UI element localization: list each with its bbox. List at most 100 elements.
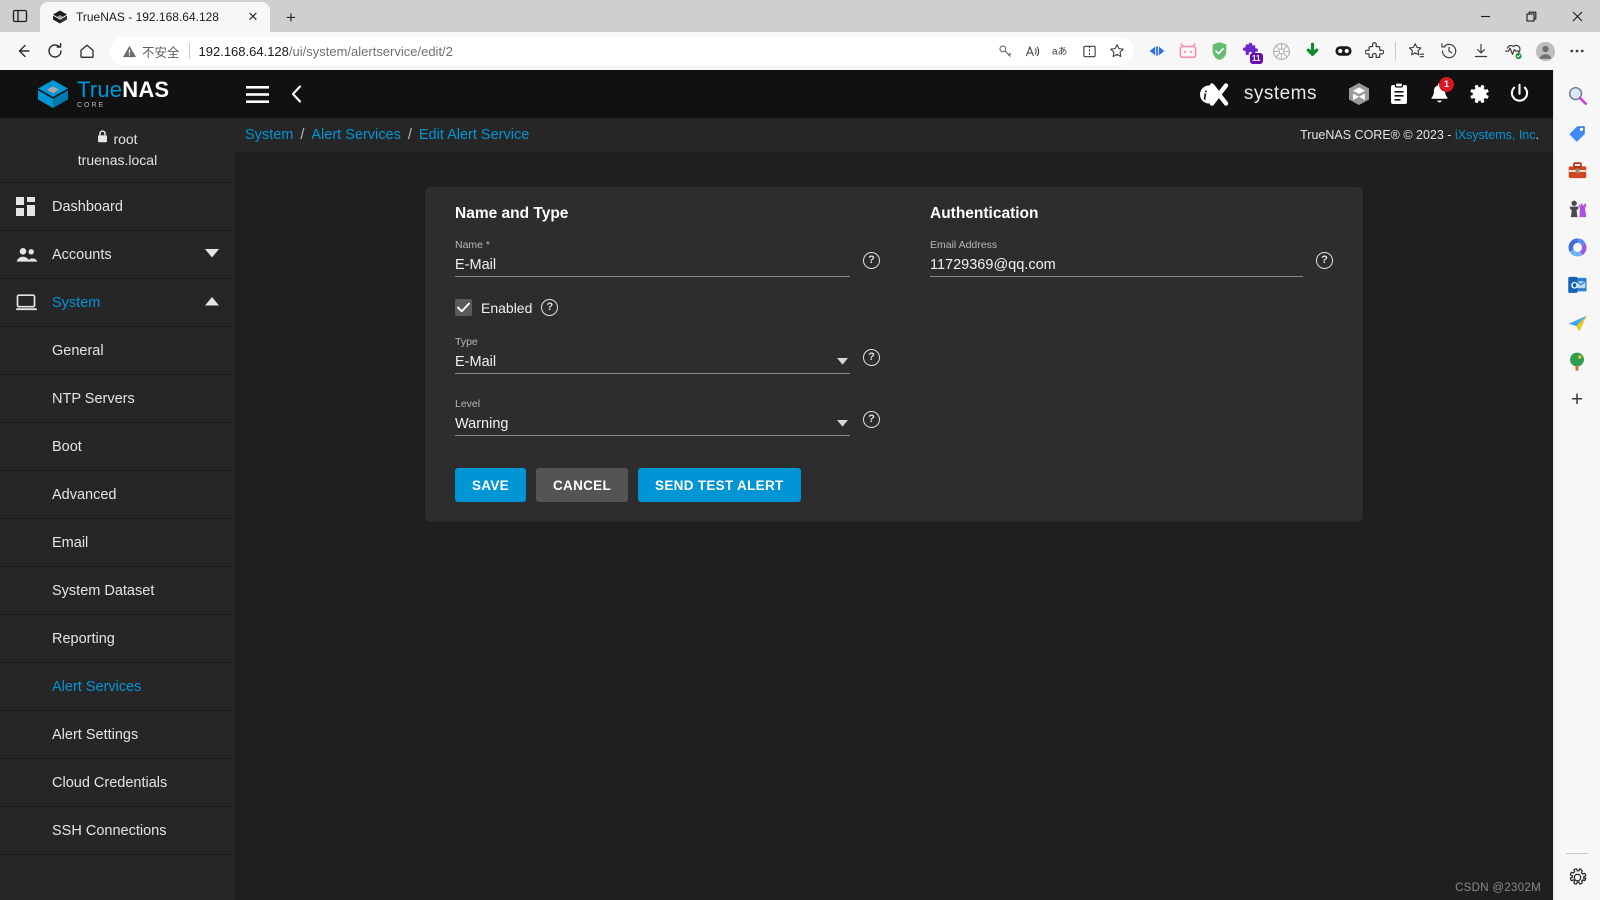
clipboard-tasks-icon[interactable]	[1379, 70, 1419, 118]
name-field[interactable]: Name * E-Mail ?	[455, 239, 880, 277]
cube-layers-icon[interactable]	[1339, 70, 1379, 118]
level-field[interactable]: Level Warning ?	[455, 398, 880, 436]
outlook-icon[interactable]: O	[1560, 268, 1594, 302]
wheel-gray-icon[interactable]	[1266, 36, 1296, 66]
breadcrumb-alert-services[interactable]: Alert Services	[311, 127, 400, 143]
chevron-left-icon[interactable]	[279, 70, 313, 118]
sidebar-subitem-cloud-credentials[interactable]: Cloud Credentials	[0, 759, 235, 807]
browser-essentials-icon[interactable]	[1498, 36, 1528, 66]
gear-settings-icon[interactable]	[1560, 860, 1594, 894]
close-window-button[interactable]	[1554, 0, 1600, 32]
sidebar-subitem-email[interactable]: Email	[0, 519, 235, 567]
briefcase-tools-icon[interactable]	[1560, 154, 1594, 188]
split-screen-icon[interactable]	[1076, 39, 1102, 63]
sidebar-subitem-ssh-connections[interactable]: SSH Connections	[0, 807, 235, 855]
enabled-checkbox-row[interactable]: Enabled ?	[455, 299, 880, 316]
reload-icon[interactable]	[40, 36, 70, 66]
ixsystems-logo[interactable]: i systems	[1199, 82, 1317, 107]
tab-close-icon[interactable]: ✕	[244, 8, 262, 26]
send-test-alert-button[interactable]: SEND TEST ALERT	[638, 468, 801, 502]
browser-navbar: 不安全 192.168.64.128/ui/system/alertservic…	[0, 32, 1600, 70]
breadcrumb-system[interactable]: System	[245, 127, 293, 143]
chevron-down-icon[interactable]	[205, 248, 219, 261]
copyright-text: TrueNAS CORE® © 2023 - iXsystems, Inc.	[1300, 128, 1539, 142]
favorite-star-icon[interactable]	[1104, 39, 1130, 63]
email-address-field[interactable]: Email Address 11729369@qq.com ?	[930, 239, 1333, 277]
help-icon[interactable]: ?	[863, 252, 880, 269]
maximize-restore-button[interactable]	[1508, 0, 1554, 32]
puzzle-purple-icon[interactable]: 11	[1235, 36, 1265, 66]
truenas-body: root truenas.local Dashboard Accounts Sy…	[0, 118, 1553, 900]
minimize-button[interactable]	[1462, 0, 1508, 32]
section-title-authentication: Authentication	[930, 205, 1039, 222]
sidebar-subitem-boot[interactable]: Boot	[0, 423, 235, 471]
sidebar-subitem-ntp-servers[interactable]: NTP Servers	[0, 375, 235, 423]
extensions-strip: 11	[1142, 36, 1389, 66]
level-select-value[interactable]: Warning	[455, 416, 837, 432]
url-host: 192.168.64.128	[198, 43, 289, 59]
sidebar-subitem-reporting[interactable]: Reporting	[0, 615, 235, 663]
history-icon[interactable]	[1434, 36, 1464, 66]
truenas-favicon	[52, 9, 68, 25]
help-icon[interactable]: ?	[1316, 252, 1333, 269]
add-sidebar-button[interactable]: +	[1560, 382, 1594, 416]
gear-settings-icon[interactable]	[1459, 70, 1499, 118]
tv-pink-icon[interactable]	[1173, 36, 1203, 66]
downloads-icon[interactable]	[1466, 36, 1496, 66]
ixsystems-link[interactable]: iXsystems, Inc	[1455, 128, 1536, 142]
help-icon[interactable]: ?	[863, 349, 880, 366]
read-aloud-icon[interactable]	[1020, 39, 1046, 63]
new-tab-button[interactable]: +	[276, 4, 306, 32]
not-secure-warning[interactable]: 不安全	[122, 42, 180, 61]
profile-avatar-icon[interactable]	[1530, 36, 1560, 66]
name-input[interactable]: E-Mail	[455, 257, 850, 273]
sidebar-subitem-alert-services[interactable]: Alert Services	[0, 663, 235, 711]
key-icon[interactable]	[992, 39, 1018, 63]
tree-icon[interactable]	[1560, 344, 1594, 378]
extensions-puzzle-icon[interactable]	[1359, 36, 1389, 66]
type-field[interactable]: Type E-Mail ?	[455, 336, 880, 374]
hamburger-menu-icon[interactable]	[235, 70, 279, 118]
sidebar-item-system[interactable]: System	[0, 279, 235, 327]
power-icon[interactable]	[1499, 70, 1539, 118]
form-area: Name and Type Name * E-Mail ? Enabled ? …	[235, 152, 1553, 900]
truenas-logo[interactable]: TrueNAS CORE	[0, 79, 235, 109]
sidebar-subitem-alert-settings[interactable]: Alert Settings	[0, 711, 235, 759]
chevron-down-icon[interactable]	[837, 357, 848, 367]
home-icon[interactable]	[72, 36, 102, 66]
type-select-value[interactable]: E-Mail	[455, 354, 837, 370]
search-magnifier-icon[interactable]	[1560, 78, 1594, 112]
browser-tab[interactable]: TrueNAS - 192.168.64.128 ✕	[40, 2, 270, 32]
eyes-dark-icon[interactable]	[1328, 36, 1358, 66]
sidebar-subitem-general[interactable]: General	[0, 327, 235, 375]
sidebar-subitem-system-dataset[interactable]: System Dataset	[0, 567, 235, 615]
breadcrumb-edit-alert-service[interactable]: Edit Alert Service	[419, 127, 529, 143]
adguard-shield-icon[interactable]	[1204, 36, 1234, 66]
address-bar[interactable]: 不安全 192.168.64.128/ui/system/alertservic…	[110, 37, 1134, 65]
telegram-plane-icon[interactable]	[1560, 306, 1594, 340]
idm-download-icon[interactable]	[1297, 36, 1327, 66]
collections-icon[interactable]	[1402, 36, 1432, 66]
sidebar-item-accounts[interactable]: Accounts	[0, 231, 235, 279]
cancel-button[interactable]: CANCEL	[535, 468, 629, 502]
tab-actions-icon[interactable]	[0, 0, 40, 32]
chevron-up-icon[interactable]	[205, 296, 219, 309]
translate-icon[interactable]: aあ	[1048, 39, 1074, 63]
save-button[interactable]: SAVE	[455, 468, 526, 502]
level-field-label: Level	[455, 398, 481, 410]
help-icon[interactable]: ?	[863, 411, 880, 428]
bell-notifications-icon[interactable]: 1	[1419, 70, 1459, 118]
email-input[interactable]: 11729369@qq.com	[930, 257, 1303, 273]
sidebar-item-dashboard[interactable]: Dashboard	[0, 183, 235, 231]
shopping-tag-icon[interactable]	[1560, 116, 1594, 150]
games-chess-icon[interactable]	[1560, 192, 1594, 226]
sidebar-subitem-advanced[interactable]: Advanced	[0, 471, 235, 519]
microsoft-365-icon[interactable]	[1560, 230, 1594, 264]
video-compact-icon[interactable]	[1142, 36, 1172, 66]
notification-badge: 1	[1439, 77, 1454, 92]
settings-more-icon[interactable]	[1562, 36, 1592, 66]
help-icon[interactable]: ?	[541, 299, 559, 316]
back-icon[interactable]	[8, 36, 38, 66]
enabled-checkbox[interactable]	[455, 299, 472, 316]
chevron-down-icon[interactable]	[837, 419, 848, 429]
